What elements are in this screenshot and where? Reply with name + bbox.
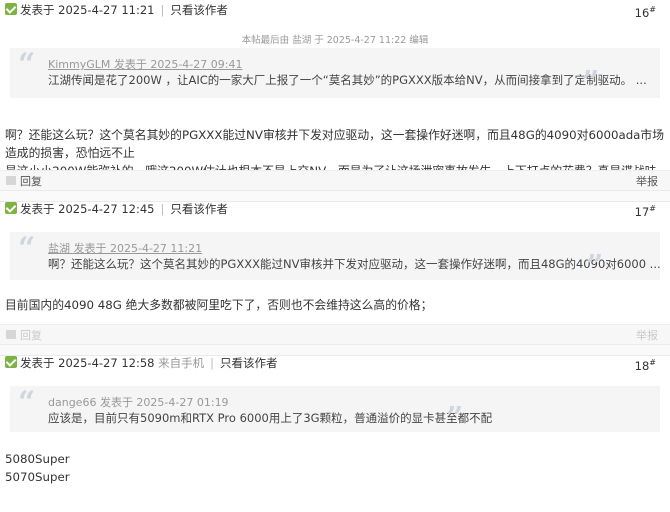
post-meta: 发表于 2025-4-27 11:21 | 只看该作者 (20, 1, 228, 19)
quote-text: 江湖传闻是花了200W ，让AIC的一家大厂上报了一个“莫名其妙”的PGXXX版… (48, 73, 647, 87)
reply-icon (6, 330, 16, 339)
edit-note: 本帖最后由 盐湖 于 2025-4-27 11:22 编辑 (241, 35, 429, 46)
only-author-link[interactable]: 只看该作者 (170, 202, 228, 216)
post-footer: 回复 举报 (0, 324, 670, 345)
content-line: 目前国内的4090 48G 绝大多数都被阿里吃下了，否则也不会维持这么高的价格； (5, 298, 433, 312)
reply-button[interactable]: 回复 (20, 173, 42, 189)
quote-close-icon: ” (586, 249, 604, 284)
separator: | (160, 202, 165, 216)
post-footer: 回复 举报 (0, 170, 670, 191)
post-time: 发表于 2025-4-27 12:58 (20, 356, 155, 370)
post-header: 发表于 2025-4-27 12:45 | 只看该作者 17# (0, 200, 670, 221)
post-content: 目前国内的4090 48G 绝大多数都被阿里吃下了，否则也不会维持这么高的价格； (5, 296, 665, 314)
report-button[interactable]: 举报 (636, 327, 658, 343)
quote-text: 啊？还能这么玩？这个莫名其妙的PGXXX能过NV审核并下发对应驱动，这一套操作好… (48, 257, 661, 271)
reply-button[interactable]: 回复 (20, 327, 42, 343)
only-author-link[interactable]: 只看该作者 (170, 3, 228, 17)
quote-author[interactable]: 盐湖 发表于 2025-4-27 11:21 (48, 240, 202, 256)
quote-open-icon: “ (18, 385, 36, 420)
separator: | (160, 3, 165, 17)
online-status-icon (5, 356, 17, 368)
report-button[interactable]: 举报 (636, 173, 658, 189)
post-time: 发表于 2025-4-27 11:21 (20, 3, 155, 17)
quote-block: “ dange66 发表于 2025-4-27 01:19 应该是，目前只有50… (10, 385, 660, 436)
quote-author[interactable]: KimmyGLM 发表于 2025-4-27 09:41 (48, 56, 242, 72)
online-status-icon (5, 202, 17, 214)
post-time: 发表于 2025-4-27 12:45 (20, 202, 155, 216)
post-content: 5080Super 5070Super (5, 450, 665, 486)
quote-block: “ 盐湖 发表于 2025-4-27 11:21 啊？还能这么玩？这个莫名其妙的… (10, 231, 661, 284)
separator: | (210, 356, 214, 370)
quote-close-icon: ” (446, 401, 464, 436)
quote-open-icon: “ (18, 231, 36, 266)
quote-block: “ KimmyGLM 发表于 2025-4-27 09:41 江湖传闻是花了20… (10, 48, 660, 98)
reply-icon (6, 176, 16, 185)
post-meta: 发表于 2025-4-27 12:58 来自手机 | 只看该作者 (20, 354, 278, 372)
floor-number[interactable]: 18# (635, 354, 656, 375)
online-status-icon (5, 3, 17, 15)
floor-number[interactable]: 17# (635, 200, 656, 221)
only-author-link[interactable]: 只看该作者 (220, 356, 278, 370)
post-header: 发表于 2025-4-27 11:21 | 只看该作者 16# (0, 1, 670, 22)
post-source: 来自手机 (158, 356, 205, 370)
content-line: 啊？还能这么玩？这个莫名其妙的PGXXX能过NV审核并下发对应驱动，这一套操作好… (5, 128, 665, 160)
quote-text: 应该是，目前只有5090m和RTX Pro 6000用上了3G颗粒，普通溢价的显… (48, 411, 493, 425)
quote-open-icon: “ (18, 47, 36, 82)
floor-number[interactable]: 16# (635, 1, 656, 22)
post-header: 发表于 2025-4-27 12:58 来自手机 | 只看该作者 18# (0, 354, 670, 375)
post-meta: 发表于 2025-4-27 12:45 | 只看该作者 (20, 200, 228, 218)
content-line: 5080Super (5, 452, 70, 466)
quote-close-icon: ” (582, 65, 600, 100)
content-line: 5070Super (5, 470, 70, 484)
quote-author[interactable]: dange66 发表于 2025-4-27 01:19 (48, 394, 229, 410)
